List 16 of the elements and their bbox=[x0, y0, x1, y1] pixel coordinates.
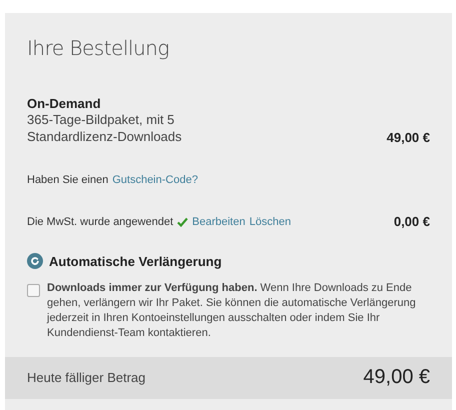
renewal-checkbox[interactable] bbox=[27, 284, 40, 297]
voucher-link[interactable]: Gutschein-Code? bbox=[112, 174, 198, 186]
vat-link[interactable]: Löschen bbox=[249, 216, 291, 228]
renewal-icon bbox=[27, 253, 43, 269]
total-label: Heute fälliger Betrag bbox=[27, 370, 146, 385]
renewal-title: Automatische Verlängerung bbox=[49, 254, 222, 268]
vat-text: Die MwSt. wurde angewendet bbox=[27, 216, 174, 228]
vat-amount: 0,00 € bbox=[394, 214, 430, 229]
product-description: 365-Tage-Bildpaket, mit 5 Standardlizenz-Downloads bbox=[27, 111, 183, 145]
product-name: On-Demand bbox=[27, 96, 102, 111]
vat-link[interactable]: Bearbeiten bbox=[192, 216, 246, 228]
total-amount: 49,00 € bbox=[363, 366, 430, 389]
product-price: 49,00 € bbox=[386, 130, 430, 145]
renewal-description: Downloads immer zur Verfügung haben. Wenn Ihre Downloads zu Ende gehen, verlängern wir Ihr Paket. Sie können die automatische Verlängerung jederzeit in Ihren Kontoeinstellungen ausschalten oder indem Sie Ihr Kundendienst-Team kontaktieren. bbox=[47, 281, 417, 341]
order-title: Ihre Bestellung bbox=[27, 36, 170, 60]
voucher-text: Haben Sie einen bbox=[27, 174, 108, 186]
